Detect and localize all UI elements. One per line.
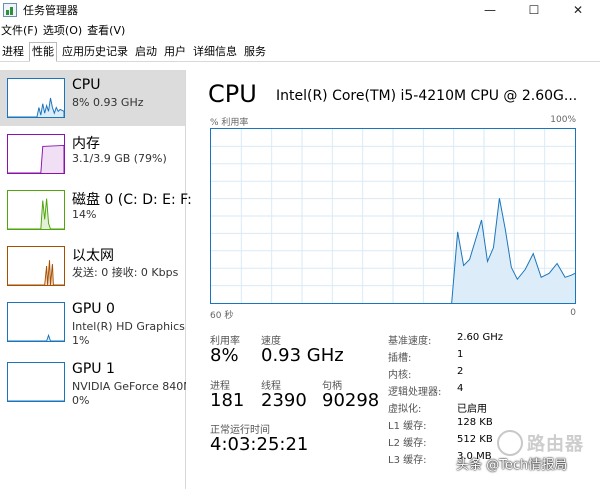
spec-value: 128 KB: [457, 417, 493, 428]
spec-label: 内核:: [388, 370, 412, 381]
tab-details[interactable]: 详细信息: [191, 42, 239, 61]
minimize-button[interactable]: —: [468, 0, 512, 20]
memory-thumbnail-graph: [7, 134, 65, 174]
spec-label: 插槽:: [388, 353, 412, 364]
window-title: 任务管理器: [23, 4, 78, 17]
title-bar: 任务管理器 — ☐ ✕: [0, 0, 600, 20]
watermark-text: 头条 @Tech情报局: [456, 458, 568, 473]
tab-performance[interactable]: 性能: [29, 42, 57, 62]
resource-name: 内存: [72, 136, 100, 152]
tab-app-history[interactable]: 应用历史记录: [60, 42, 130, 61]
handles-value: 90298: [322, 390, 380, 411]
resource-usage: 1%: [72, 334, 90, 347]
panel-title: CPU: [208, 80, 257, 108]
utilization-axis-label: % 利用率: [210, 118, 249, 128]
gpu0-thumbnail-graph: [7, 302, 65, 342]
spec-value: 已启用: [457, 404, 487, 415]
resource-item-memory[interactable]: 内存 3.1/3.9 GB (79%): [0, 126, 185, 182]
cpu-thumbnail-graph: [7, 78, 65, 118]
cpu-model-name: Intel(R) Core(TM) i5-4210M CPU @ 2.60G..…: [276, 88, 576, 104]
spec-label: 逻辑处理器:: [388, 387, 442, 398]
resource-name: GPU 1: [72, 361, 115, 377]
gpu1-thumbnail-graph: [7, 362, 65, 402]
router-logo-icon: [497, 430, 523, 456]
spec-value: 2: [457, 366, 464, 377]
resource-detail: 8% 0.93 GHz: [72, 96, 144, 109]
spec-label: 基准速度:: [388, 336, 432, 347]
resource-item-ethernet[interactable]: 以太网 发送: 0 接收: 0 Kbps: [0, 238, 185, 294]
menu-options[interactable]: 选项(O): [42, 22, 86, 40]
spec-value: 4: [457, 383, 464, 394]
spec-label: L1 缓存:: [388, 421, 427, 432]
resource-name: 以太网: [72, 248, 114, 264]
resource-usage: 0%: [72, 394, 90, 407]
resource-item-gpu0[interactable]: GPU 0 Intel(R) HD Graphics 4 1%: [0, 294, 186, 350]
spec-label: 虚拟化:: [388, 404, 422, 415]
spec-label: L3 缓存:: [388, 455, 427, 466]
disk-thumbnail-graph: [7, 190, 65, 230]
menu-file[interactable]: 文件(F): [0, 22, 42, 40]
resource-detail: NVIDIA GeForce 840M: [72, 380, 186, 393]
menu-bar: 文件(F) 选项(O) 查看(V): [0, 22, 129, 40]
processes-value: 181: [210, 390, 245, 411]
spec-value: 512 KB: [457, 434, 493, 445]
close-button[interactable]: ✕: [556, 0, 600, 20]
watermark-logo-text: 路由器: [527, 434, 584, 455]
resource-item-cpu[interactable]: CPU 8% 0.93 GHz: [0, 70, 185, 126]
cpu-detail-panel: CPU Intel(R) Core(TM) i5-4210M CPU @ 2.6…: [187, 62, 600, 489]
graph-time-right: 0: [570, 308, 576, 318]
resource-detail: 3.1/3.9 GB (79%): [72, 152, 167, 165]
ethernet-thumbnail-graph: [7, 246, 65, 286]
spec-value: 2.60 GHz: [457, 332, 503, 343]
graph-time-left: 60 秒: [210, 311, 234, 321]
resource-name: 磁盘 0 (C: D: E: F:: [72, 192, 192, 208]
tab-startup[interactable]: 启动: [133, 42, 159, 61]
resource-name: CPU: [72, 77, 101, 93]
tab-services[interactable]: 服务: [242, 42, 268, 61]
tab-processes[interactable]: 进程: [0, 42, 26, 61]
task-manager-icon: [3, 3, 17, 17]
resource-item-disk[interactable]: 磁盘 0 (C: D: E: F: 14%: [0, 182, 192, 238]
resource-detail: 14%: [72, 208, 97, 221]
utilization-axis-max: 100%: [550, 115, 576, 125]
tab-users[interactable]: 用户: [162, 42, 188, 61]
threads-value: 2390: [261, 390, 307, 411]
resource-detail: 发送: 0 接收: 0 Kbps: [72, 266, 179, 279]
spec-value: 1: [457, 349, 464, 360]
maximize-button[interactable]: ☐: [512, 0, 556, 20]
resource-name: GPU 0: [72, 301, 115, 317]
resource-detail: Intel(R) HD Graphics 4: [72, 320, 186, 333]
speed-value: 0.93 GHz: [261, 345, 344, 366]
tab-bar: 进程 性能 应用历史记录 启动 用户 详细信息 服务: [0, 42, 600, 62]
menu-view[interactable]: 查看(V): [86, 22, 129, 40]
resource-list: CPU 8% 0.93 GHz 内存 3.1/3.9 GB (79%) 磁盘 0…: [0, 70, 192, 489]
uptime-value: 4:03:25:21: [210, 434, 309, 455]
utilization-value: 8%: [210, 345, 239, 366]
spec-label: L2 缓存:: [388, 438, 427, 449]
cpu-utilization-graph: [210, 128, 576, 304]
resource-item-gpu1[interactable]: GPU 1 NVIDIA GeForce 840M 0%: [0, 354, 186, 410]
